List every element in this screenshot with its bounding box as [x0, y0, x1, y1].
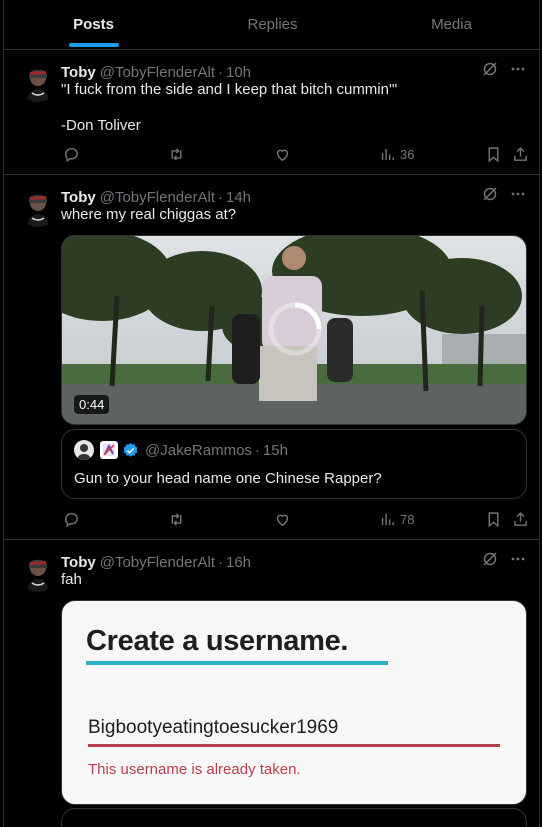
avatar[interactable]: [18, 552, 58, 592]
grok-icon[interactable]: [481, 60, 499, 78]
author-name[interactable]: Toby: [61, 64, 96, 81]
separator-dot: ·: [218, 63, 223, 81]
avatar[interactable]: [18, 62, 58, 102]
post-2[interactable]: Toby @TobyFlenderAlt · 14h where my real…: [4, 175, 539, 540]
like-button[interactable]: [274, 146, 291, 163]
bookmark-icon: [488, 511, 499, 527]
share-icon: [514, 146, 527, 161]
tab-posts-label: Posts: [73, 16, 114, 33]
flag-emoji-icon: [100, 441, 118, 459]
quoted-avatar[interactable]: [74, 440, 94, 460]
tab-replies-label: Replies: [247, 16, 298, 33]
post-text: "I fuck from the side and I keep that bi…: [61, 81, 398, 134]
views-button[interactable]: 36: [379, 146, 414, 163]
author-handle[interactable]: @TobyFlenderAlt: [100, 64, 215, 81]
quoted-handle[interactable]: @JakeRammos: [145, 442, 252, 459]
separator-dot: ·: [218, 553, 223, 571]
bookmark-button[interactable]: [485, 146, 502, 163]
post-3[interactable]: Toby @TobyFlenderAlt · 16h fah Create a …: [4, 540, 539, 827]
views-button[interactable]: 78: [379, 511, 414, 528]
video-player[interactable]: 0:44: [61, 235, 527, 425]
loading-spinner-icon: [268, 302, 322, 356]
more-icon[interactable]: [509, 60, 527, 78]
quoted-post[interactable]: @JakeRammos · 15h Gun to your head name …: [61, 429, 527, 499]
tab-posts[interactable]: Posts: [4, 0, 183, 49]
share-button[interactable]: [512, 511, 529, 528]
post-image[interactable]: Create a username. Bigbootyeatingtoesuck…: [61, 600, 527, 805]
more-icon[interactable]: [509, 185, 527, 203]
post-header: Toby @TobyFlenderAlt · 10h: [61, 62, 251, 82]
avatar[interactable]: [18, 187, 58, 227]
separator-dot: ·: [254, 441, 260, 459]
post-header: Toby @TobyFlenderAlt · 14h: [61, 187, 251, 207]
views-count: 78: [400, 511, 415, 527]
author-handle[interactable]: @TobyFlenderAlt: [100, 189, 215, 206]
reply-icon: [65, 147, 78, 162]
image-username: Bigbootyeatingtoesucker1969: [88, 717, 339, 738]
separator-dot: ·: [218, 188, 223, 206]
author-name[interactable]: Toby: [61, 554, 96, 571]
repost-icon: [171, 147, 182, 161]
views-count: 36: [400, 146, 415, 162]
image-title: Create a username.: [86, 625, 349, 657]
repost-button[interactable]: [168, 146, 185, 163]
post-actions: 36: [61, 144, 529, 164]
post-top-icons: [481, 185, 527, 203]
active-tab-indicator: [68, 43, 119, 47]
post-1[interactable]: Toby @TobyFlenderAlt · 10h "I fuck from …: [4, 50, 539, 175]
grok-icon[interactable]: [481, 550, 499, 568]
profile-timeline: Posts Replies Media Toby @TobyFlenderAlt…: [3, 0, 540, 827]
reply-button[interactable]: [63, 146, 80, 163]
image-input-underline: [88, 744, 500, 747]
post-actions: 78: [61, 509, 529, 529]
verified-badge-icon: [122, 442, 139, 459]
video-duration: 0:44: [74, 395, 110, 414]
quoted-post-text: Gun to your head name one Chinese Rapper…: [74, 470, 382, 487]
tab-replies[interactable]: Replies: [183, 0, 362, 49]
post-timestamp[interactable]: 10h: [226, 64, 251, 81]
reply-icon: [65, 512, 78, 527]
author-handle[interactable]: @TobyFlenderAlt: [100, 554, 215, 571]
share-icon: [514, 511, 527, 526]
post-text: where my real chiggas at?: [61, 206, 237, 223]
post-text: fah: [61, 571, 82, 588]
quoted-timestamp[interactable]: 15h: [263, 442, 288, 459]
reply-button[interactable]: [63, 511, 80, 528]
grok-icon[interactable]: [481, 185, 499, 203]
post-top-icons: [481, 60, 527, 78]
post-timestamp[interactable]: 14h: [226, 189, 251, 206]
bookmark-icon: [488, 146, 499, 162]
image-error-text: This username is already taken.: [88, 761, 301, 778]
quoted-post-peek[interactable]: [61, 808, 527, 827]
post-timestamp[interactable]: 16h: [226, 554, 251, 571]
repost-icon: [171, 512, 182, 526]
author-name[interactable]: Toby: [61, 189, 96, 206]
quoted-post-header: @JakeRammos · 15h: [74, 440, 288, 460]
post-header: Toby @TobyFlenderAlt · 16h: [61, 552, 251, 572]
share-button[interactable]: [512, 146, 529, 163]
bookmark-button[interactable]: [485, 511, 502, 528]
tab-media[interactable]: Media: [362, 0, 539, 49]
like-icon: [276, 514, 289, 526]
profile-tabs: Posts Replies Media: [4, 0, 539, 50]
like-button[interactable]: [274, 511, 291, 528]
post-top-icons: [481, 550, 527, 568]
image-title-underline: [86, 661, 388, 665]
tab-media-label: Media: [431, 16, 472, 33]
views-icon: [381, 513, 394, 525]
more-icon[interactable]: [509, 550, 527, 568]
repost-button[interactable]: [168, 511, 185, 528]
like-icon: [276, 149, 289, 161]
views-icon: [381, 148, 394, 160]
